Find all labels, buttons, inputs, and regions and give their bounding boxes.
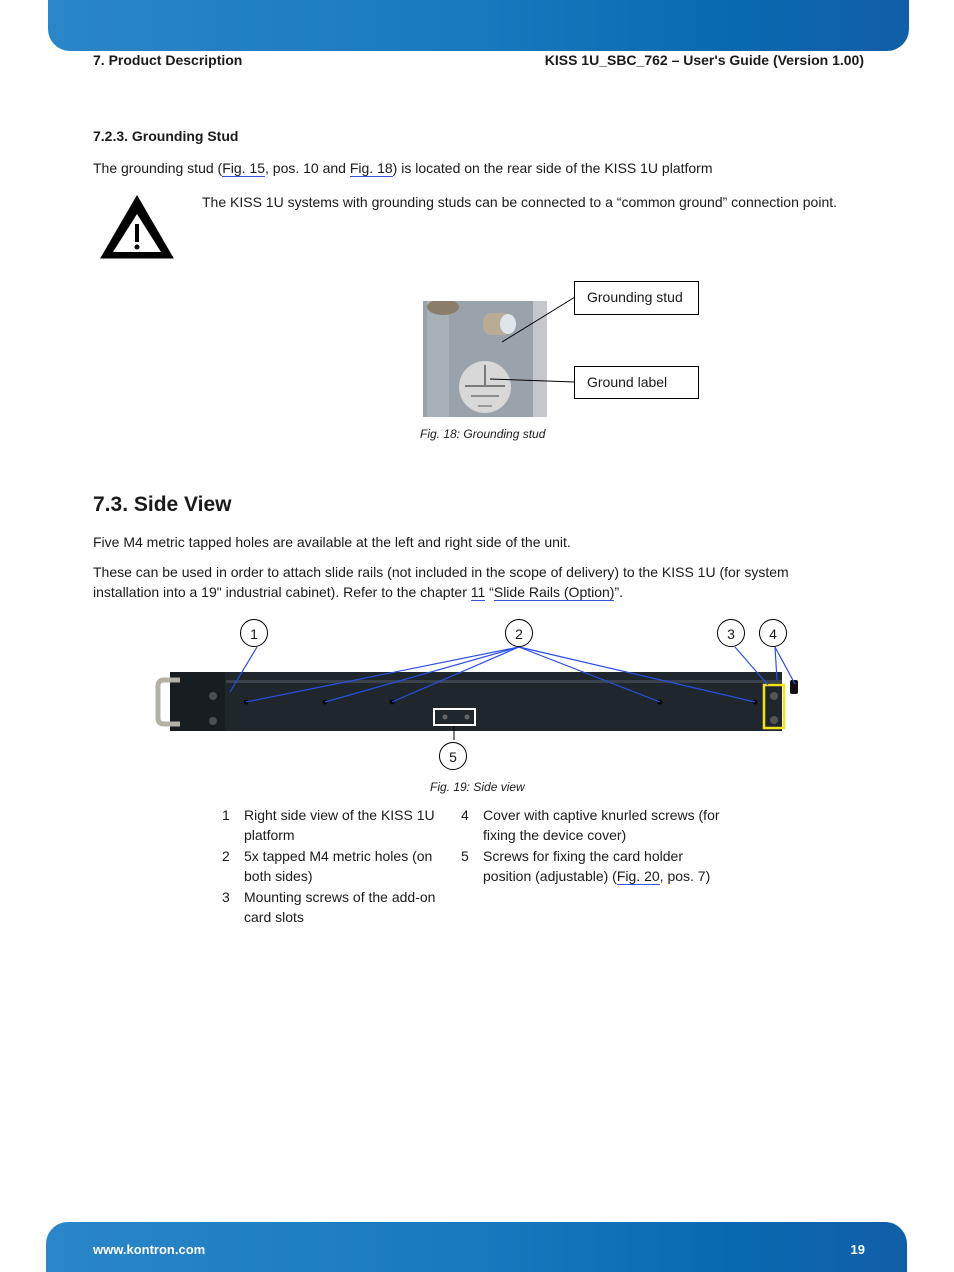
legend-right-column: 4 Cover with captive knurled screws (for … [461,805,731,887]
callout-grounding-stud: Grounding stud [574,281,699,315]
document-title: KISS 1U_SBC_762 – User's Guide (Version … [544,52,864,68]
legend-number: 2 [222,848,230,864]
footer-band: www.kontron.com 19 [46,1222,907,1272]
section-title: 7. Product Description [93,52,243,68]
text: These can be used in order to attach sli… [93,564,789,580]
marker-4: 4 [759,619,787,647]
legend-number: 5 [461,848,469,864]
text: ”. [614,584,624,600]
side-view-paragraph-1: Five M4 metric tapped holes are availabl… [93,534,571,550]
legend-left-column: 1 Right side view of the KISS 1U platform… [222,805,447,928]
header-band [48,0,909,51]
figure-19-caption: Fig. 19: Side view [430,780,525,794]
callout-lines [490,296,576,383]
text: “ [485,584,494,600]
marker-5: 5 [439,742,467,770]
marker-3: 3 [717,619,745,647]
legend-item: 1 Right side view of the KISS 1U platform [222,805,447,845]
fig20-link[interactable]: Fig. 20 [616,868,660,885]
grounding-paragraph: The grounding stud (Fig. 15, pos. 10 and… [93,158,713,178]
legend-item: 3 Mounting screws of the add-on card slot… [222,887,447,927]
legend-text: Right side view of the KISS 1U platform [244,807,435,843]
text: , pos. 10 and [265,160,350,176]
footer-url[interactable]: www.kontron.com [93,1242,205,1257]
warning-text: The KISS 1U systems with grounding studs… [202,194,838,210]
fig15-link[interactable]: Fig. 15 [222,160,266,177]
legend-item: 5 Screws for fixing the card holder posit… [461,846,731,886]
legend-number: 3 [222,889,230,905]
legend-text: Cover with captive knurled screws (for f… [483,807,720,843]
side-view-paragraph-2: These can be used in order to attach sli… [93,562,789,602]
marker-1: 1 [240,619,268,647]
text: , pos. 7) [659,868,711,884]
legend-number: 1 [222,807,230,823]
figure-18-caption: Fig. 18: Grounding stud [420,427,546,441]
warning-triangle-icon [100,195,174,259]
chapter-11-link[interactable]: 11 [470,584,486,601]
legend-item: 4 Cover with captive knurled screws (for … [461,805,731,845]
marker-2: 2 [505,619,533,647]
text: installation into a 19" industrial cabin… [93,584,471,600]
callout-ground-label: Ground label [574,366,699,399]
legend-number: 4 [461,807,469,823]
legend-text: Mounting screws of the add-on card slots [244,889,436,925]
text: The grounding stud ( [93,160,223,176]
slide-rails-link[interactable]: Slide Rails (Option) [493,584,615,601]
text: ) is located on the rear side of the KIS… [392,160,713,176]
legend-text: Screws for fixing the card holder positi… [483,846,731,886]
marker-leader-lines [229,646,796,703]
legend-item: 2 5x tapped M4 metric holes (on both side… [222,846,447,886]
heading-grounding-stud: 7.2.3. Grounding Stud [93,128,239,144]
heading-side-view: 7.3. Side View [93,493,232,516]
legend-text: 5x tapped M4 metric holes (on both sides… [244,848,433,884]
fig18-link[interactable]: Fig. 18 [349,160,393,177]
page-number: 19 [850,1242,865,1257]
